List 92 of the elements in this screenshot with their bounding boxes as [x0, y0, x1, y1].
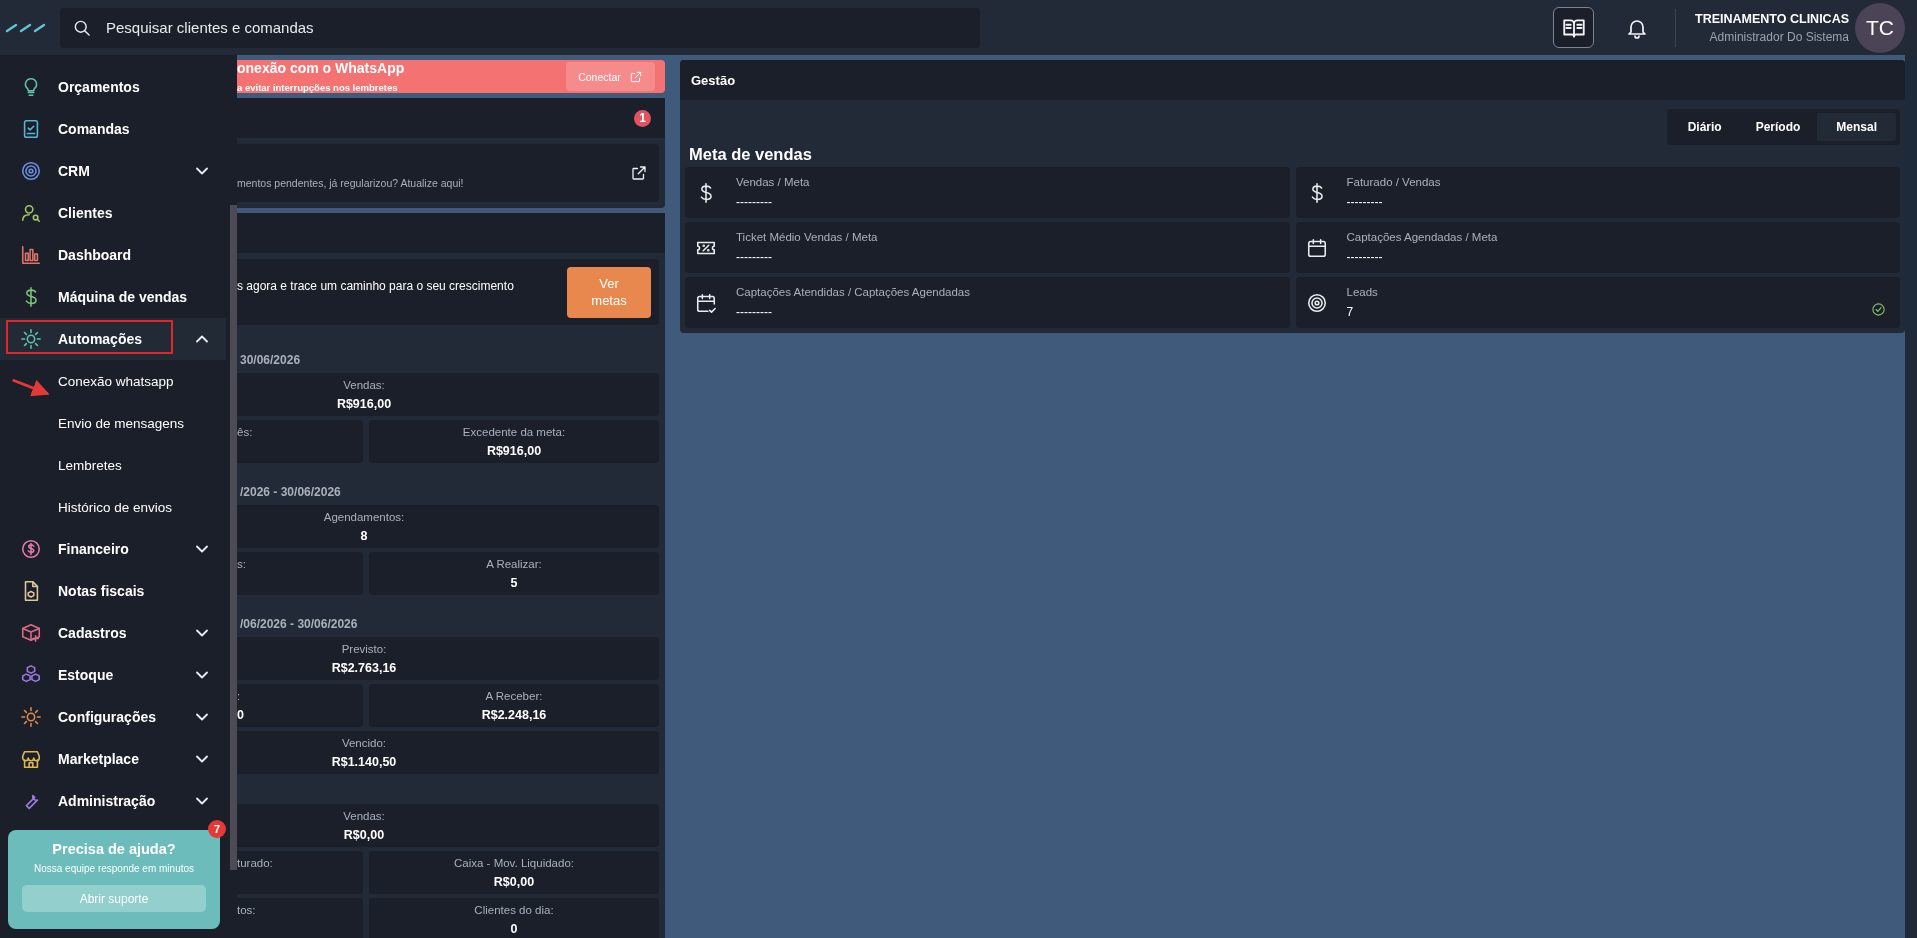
panel-title: Gestão	[680, 60, 1905, 100]
stat-value: R$1.140,50	[330, 754, 398, 769]
stat-label: Caixa - Mov. Liquidado:	[453, 856, 575, 869]
scrollbar[interactable]	[1905, 55, 1917, 938]
sidebar-item[interactable]: Clientes	[0, 192, 226, 234]
stat-value: R$916,00	[335, 396, 393, 411]
sidebar-item[interactable]: CRM	[0, 150, 226, 192]
help-text: Nossa equipe responde em minutos	[32, 863, 196, 874]
stat-value: R$2.763,16	[330, 660, 398, 675]
stat-value: R$0,00	[492, 874, 536, 889]
help-title: Precisa de ajuda?	[51, 841, 177, 857]
metric-value: 7	[1346, 305, 1355, 319]
period-label: /2026 - 30/06/2026	[239, 484, 342, 501]
metric-label: Vendas / Meta	[736, 176, 811, 188]
user-name: TREINAMENTO CLINICAS	[1695, 11, 1849, 26]
stat-label: Clientes do dia:	[473, 903, 555, 916]
target-icon	[1305, 291, 1328, 314]
user-avatar[interactable]: TC	[1855, 2, 1905, 53]
stat-label: turado:	[237, 856, 273, 869]
sidebar-item[interactable]: Notas fiscais	[0, 570, 226, 612]
metric-label: Captações Agendadas / Meta	[1346, 231, 1499, 243]
sidebar-item[interactable]: Comandas	[0, 108, 226, 150]
calendar-icon	[1305, 236, 1328, 259]
period-label: 30/06/2026	[239, 352, 302, 369]
submenu-item[interactable]: Histórico de envios	[0, 486, 226, 528]
period-tab[interactable]: Período	[1738, 113, 1818, 141]
notice-box[interactable]: mentos pendentes, já regularizou? Atualize aqui!	[237, 144, 659, 202]
metric-label: Faturado / Vendas	[1346, 176, 1442, 188]
stat-label: s:	[237, 557, 246, 570]
period-tab[interactable]: Mensal	[1817, 113, 1896, 141]
goals-text: s agora e trace um caminho para o seu crescimento	[237, 279, 515, 293]
sidebar-item[interactable]: Administração	[0, 780, 226, 822]
sidebar-item[interactable]: Configurações	[0, 696, 226, 738]
stat-value: 8	[359, 528, 369, 543]
stat-label: Vendas:	[342, 809, 386, 822]
user-role: Administrador Do Sistema	[1708, 29, 1849, 44]
search-field[interactable]: Pesquisar clientes e comandas	[60, 7, 980, 48]
metric-value: ---------	[1346, 250, 1384, 264]
stat-value: R$2.248,16	[480, 707, 548, 722]
logo-icon	[5, 21, 46, 34]
stat-label: Vencido:	[340, 736, 388, 749]
stat-value: 5	[509, 575, 519, 590]
metric-label: Captações Atendidas / Captações Agendadas	[736, 286, 971, 298]
section-heading: Meta de vendas	[689, 145, 813, 164]
banner-title: onexão com o WhatsApp	[237, 60, 406, 76]
sidebar-item[interactable]: Financeiro	[0, 528, 226, 570]
stat-label: :	[237, 689, 242, 702]
stat-value: R$0,00	[342, 827, 386, 842]
stat-value: 0	[237, 707, 244, 722]
stat-label: A Receber:	[484, 689, 544, 702]
stat-label: Agendamentos:	[322, 510, 406, 523]
stat-label: Previsto:	[340, 642, 388, 655]
target-icon	[20, 160, 42, 182]
user-search-icon	[20, 202, 42, 224]
metric-value: ---------	[736, 305, 773, 319]
box-plus-icon	[20, 622, 42, 644]
notification-badge: 7	[208, 820, 226, 838]
sidebar-item[interactable]: Dashboard	[0, 234, 226, 276]
stat-label: A Realizar:	[485, 557, 543, 570]
store-icon	[20, 748, 42, 770]
stat-label: Vendas:	[342, 378, 386, 391]
submenu-item[interactable]: Conexão whatsapp	[0, 360, 226, 402]
sidebar-item[interactable]: Máquina de vendas	[0, 276, 226, 318]
stat-value: R$916,00	[485, 443, 543, 458]
sidebar-item[interactable]: Estoque	[0, 654, 226, 696]
banner-subtitle: a evitar interrupções nos lembretes	[237, 82, 399, 93]
stat-label: ês:	[237, 425, 253, 438]
sidebar-item[interactable]: Automações	[0, 318, 226, 360]
metric-label: Leads	[1346, 286, 1379, 298]
metric-value: ---------	[1346, 195, 1384, 209]
count-badge: 1	[634, 109, 651, 127]
coin-icon	[20, 538, 42, 560]
bar-chart-icon	[20, 244, 42, 266]
metric-value: ---------	[736, 250, 773, 264]
manual-button[interactable]	[1553, 7, 1595, 48]
stat-value: 0	[509, 921, 519, 936]
external-link-icon	[628, 69, 643, 84]
metric-value: ---------	[736, 195, 773, 209]
submenu-item[interactable]: Lembretes	[0, 444, 226, 486]
sidebar-item[interactable]: Orçamentos	[0, 66, 226, 108]
calendar-check-icon	[695, 291, 717, 314]
scrollbar[interactable]	[230, 205, 237, 870]
period-label: /06/2026 - 30/06/2026	[239, 616, 359, 633]
submenu-item[interactable]: Envio de mensagens	[0, 402, 226, 444]
sidebar-item[interactable]: Cadastros	[0, 612, 226, 654]
notice-text: mentos pendentes, já regularizou? Atualize aqui!	[237, 176, 465, 189]
metric-label: Ticket Médio Vendas / Meta	[736, 231, 879, 243]
stat-label: tos:	[237, 903, 256, 916]
sidebar-item[interactable]: Marketplace	[0, 738, 226, 780]
external-link-icon	[630, 164, 648, 182]
period-tab[interactable]: Diário	[1670, 113, 1739, 141]
stat-label: Excedente da meta:	[461, 425, 567, 438]
